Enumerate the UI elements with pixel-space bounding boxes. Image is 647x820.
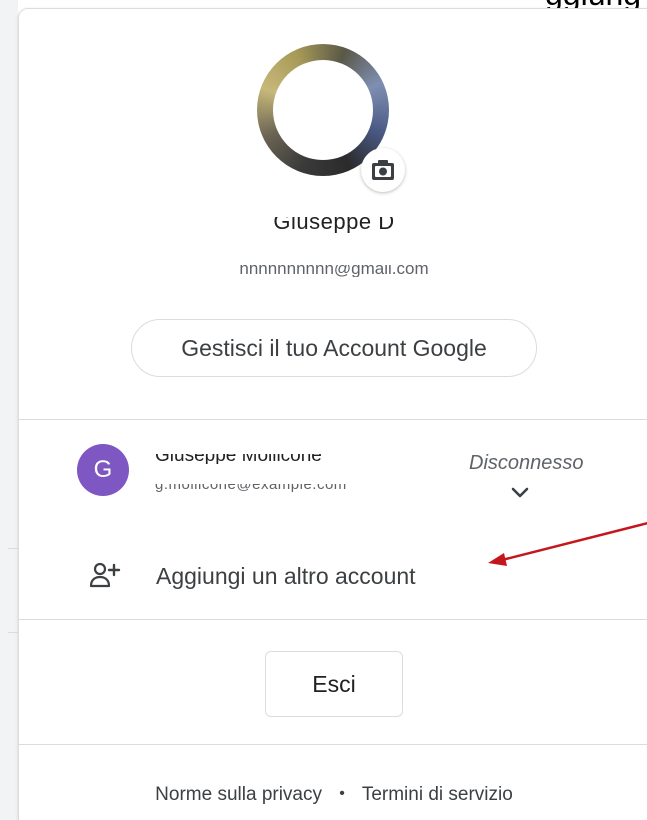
account-email-text: g.mollicone@example.com (155, 484, 347, 493)
account-name-text: Giuseppe Mollicone (155, 454, 322, 464)
profile-name-text: Giuseppe D (273, 217, 395, 233)
profile-avatar-group (257, 44, 405, 192)
add-account-label: Aggiungi un altro account (156, 563, 416, 589)
profile-name: Giuseppe D (19, 217, 647, 233)
background-page-edge (0, 0, 18, 820)
background-text-right: ggiung (545, 0, 641, 8)
divider (19, 419, 647, 420)
account-name: Giuseppe Mollicone (155, 454, 400, 464)
divider (19, 619, 647, 620)
change-photo-button[interactable] (361, 148, 405, 192)
profile-email-text: nnnnnnnnnn@gmail.com (239, 265, 429, 277)
screenshot-stage: p ggiung Giuseppe D nnnnnnnnnn@gmail.com (0, 0, 647, 820)
footer-separator: • (339, 785, 345, 802)
manage-account-button[interactable]: Gestisci il tuo Account Google (131, 319, 537, 377)
footer-links: Norme sulla privacy • Termini di servizi… (19, 784, 647, 806)
background-divider (8, 548, 18, 549)
divider (19, 744, 647, 745)
person-add-icon (89, 562, 121, 588)
account-status: Disconnesso (469, 452, 584, 474)
terms-of-service-link[interactable]: Termini di servizio (362, 784, 513, 805)
chevron-down-icon[interactable] (509, 482, 531, 504)
privacy-policy-link[interactable]: Norme sulla privacy (155, 784, 322, 805)
profile-email: nnnnnnnnnn@gmail.com (19, 265, 647, 277)
sign-out-button[interactable]: Esci (265, 651, 403, 717)
account-avatar: G (77, 444, 129, 496)
background-page-text: p ggiung (0, 0, 647, 8)
other-account-item[interactable]: G Giuseppe Mollicone g.mollicone@example… (19, 426, 647, 516)
annotation-arrow (488, 521, 647, 566)
background-divider (8, 632, 18, 633)
account-email: g.mollicone@example.com (155, 484, 515, 504)
account-menu-panel: Giuseppe D nnnnnnnnnn@gmail.com Gestisci… (18, 8, 647, 820)
camera-icon (372, 160, 394, 180)
